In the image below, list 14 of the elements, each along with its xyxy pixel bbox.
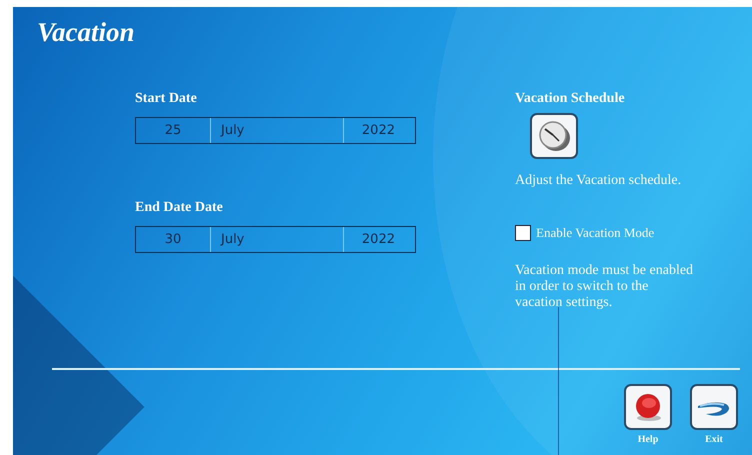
checkbox-label: Enable Vacation Mode — [536, 225, 654, 241]
exit-button[interactable] — [690, 384, 738, 430]
help-button[interactable] — [624, 384, 672, 430]
button-label: Help — [638, 434, 658, 445]
page-title: Vacation — [37, 17, 136, 49]
schedule-button[interactable] — [530, 113, 578, 159]
schedule-description: Adjust the Vacation schedule. — [515, 173, 682, 189]
checkbox[interactable] — [515, 225, 531, 241]
section-heading: Vacation Schedule — [515, 91, 626, 107]
vacation-mode-note: Vacation mode must be enabled in order to switch to the vacation settings. — [515, 263, 694, 312]
clock-icon — [537, 120, 571, 152]
button-label: Exit — [705, 434, 723, 445]
date-label: End Date Date — [135, 200, 224, 216]
date-label: Start Date — [135, 91, 198, 107]
